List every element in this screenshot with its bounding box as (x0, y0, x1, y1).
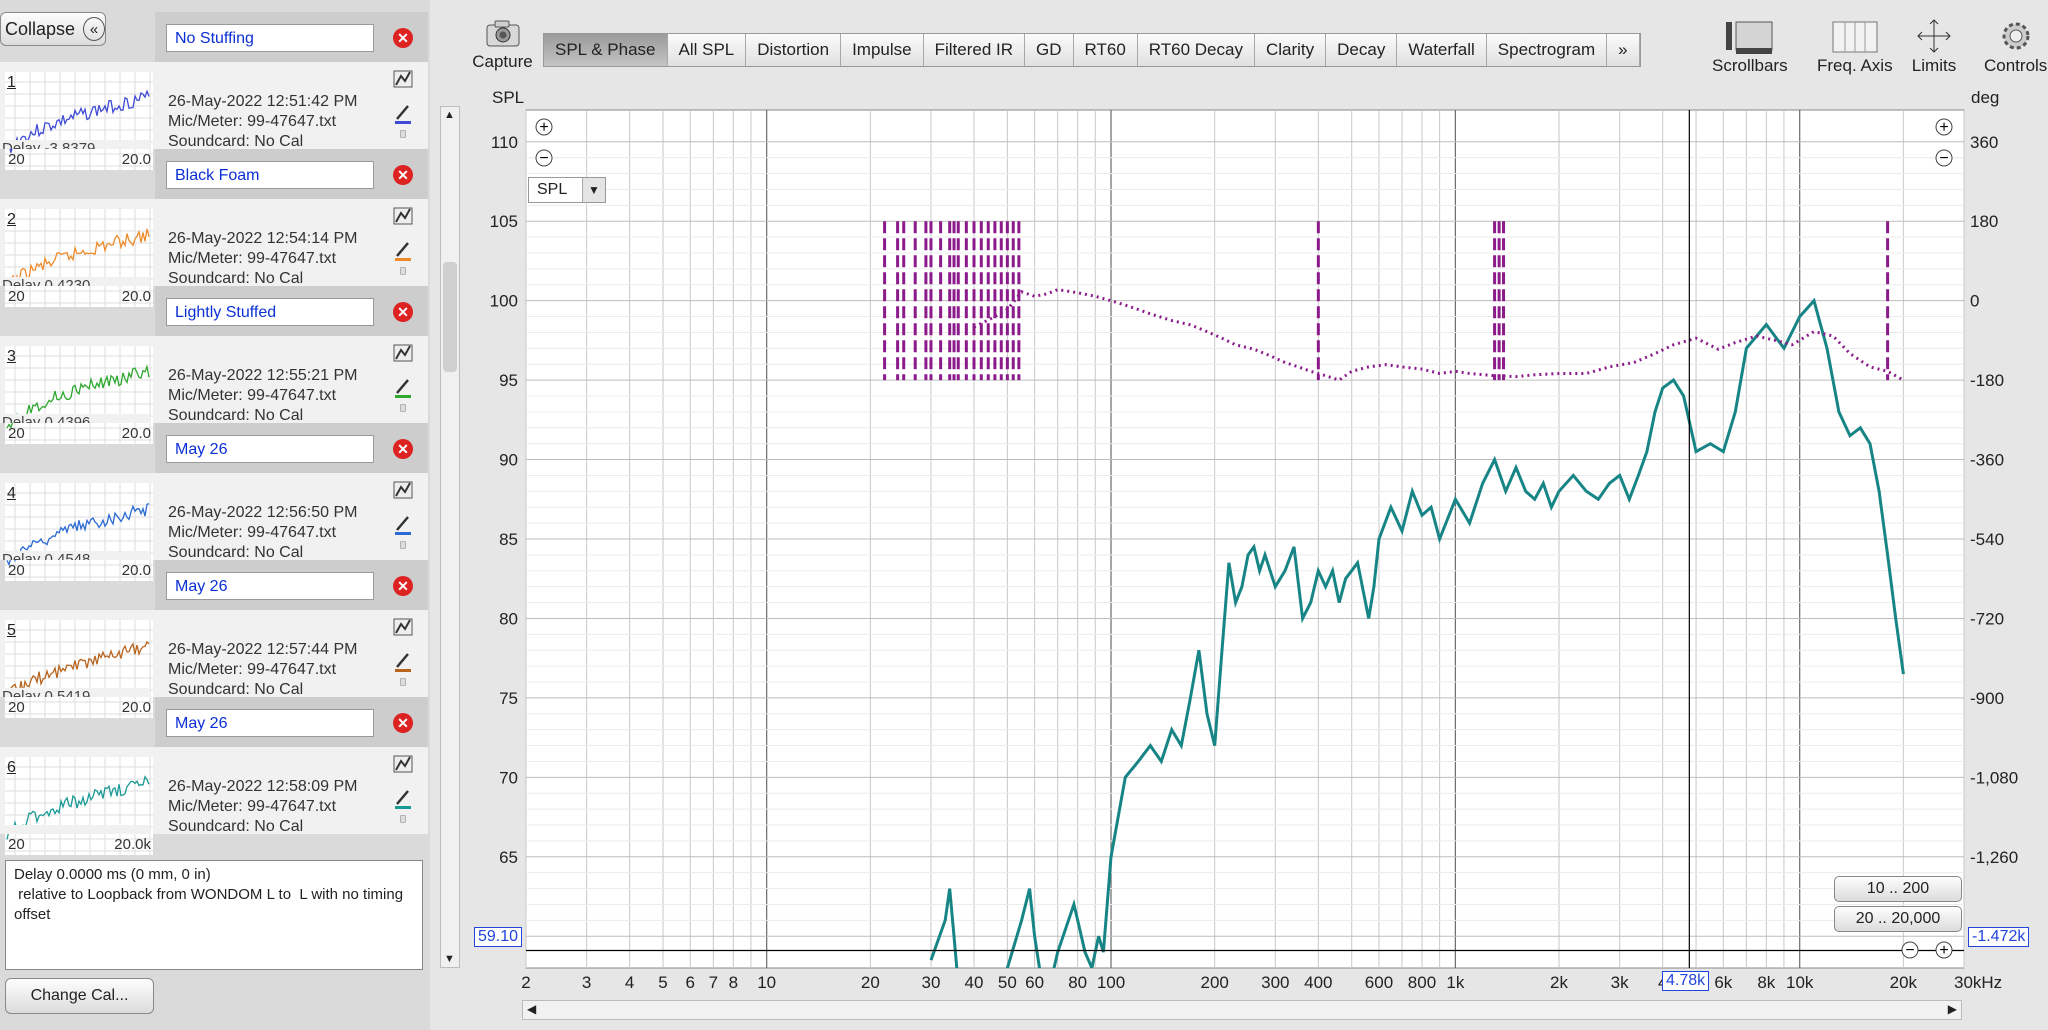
y-tick-label: 105 (490, 212, 518, 231)
x-tick-label: 3k (1611, 973, 1629, 992)
x-tick-label: 10k (1786, 973, 1814, 992)
range-10-200-button[interactable]: 10 .. 200 (1834, 876, 1962, 902)
svg-text:+: + (1939, 119, 1948, 136)
x-tick-label: 2 (521, 973, 530, 992)
svg-text:+: + (539, 119, 548, 136)
x-tick-label: 30kHz (1954, 973, 2002, 992)
frequency-cursor-readout: 4.78k (1662, 971, 1710, 991)
x-tick-label: 5 (658, 973, 667, 992)
svg-text:−: − (1939, 150, 1948, 167)
y-tick-label: 65 (499, 848, 518, 867)
y-tick-label: 75 (499, 689, 518, 708)
x-tick-label: 4 (625, 973, 634, 992)
scroll-right-icon[interactable]: ▶ (1948, 1002, 1957, 1016)
x-tick-label: 3 (582, 973, 591, 992)
y-tick-label: 100 (490, 292, 518, 311)
x-tick-label: 200 (1200, 973, 1228, 992)
dropdown-arrow-icon: ▼ (582, 178, 605, 202)
x-tick-label: 6 (686, 973, 695, 992)
y2-tick-label: -1,080 (1970, 768, 2018, 787)
x-tick-label: 8k (1757, 973, 1775, 992)
y2-tick-label: 360 (1970, 133, 1998, 152)
y-cursor-readout: 59.10 (474, 927, 523, 947)
y-tick-label: 80 (499, 609, 518, 628)
x-tick-label: 80 (1068, 973, 1087, 992)
y-tick-label: 90 (499, 451, 518, 470)
x-tick-label: 100 (1097, 973, 1125, 992)
x-tick-label: 300 (1261, 973, 1289, 992)
y2-tick-label: 0 (1970, 292, 1979, 311)
x-tick-label: 600 (1365, 973, 1393, 992)
svg-text:+: + (1939, 942, 1948, 959)
left-axis-unit: SPL (492, 88, 524, 107)
x-tick-label: 10 (757, 973, 776, 992)
y2-tick-label: -900 (1970, 689, 2004, 708)
x-tick-label: 20 (861, 973, 880, 992)
phase-cursor-readout: -1.472k (1968, 927, 2030, 947)
x-tick-label: 6k (1714, 973, 1732, 992)
spl-dropdown-value: SPL (537, 181, 568, 198)
y2-tick-label: -360 (1970, 451, 2004, 470)
x-tick-label: 30 (922, 973, 941, 992)
y2-tick-label: -540 (1970, 530, 2004, 549)
y-tick-label: 110 (491, 133, 518, 152)
x-tick-label: 1k (1446, 973, 1464, 992)
svg-text:−: − (1905, 942, 1914, 959)
y2-tick-label: 180 (1970, 212, 1998, 231)
scroll-left-icon[interactable]: ◀ (527, 1002, 536, 1016)
x-tick-label: 2k (1550, 973, 1568, 992)
svg-text:−: − (539, 150, 548, 167)
y2-tick-label: -720 (1970, 609, 2004, 628)
x-tick-label: 50 (998, 973, 1017, 992)
x-tick-label: 8 (729, 973, 738, 992)
x-tick-label: 800 (1408, 973, 1436, 992)
x-tick-label: 20k (1890, 973, 1918, 992)
x-tick-label: 40 (965, 973, 984, 992)
range-20-20000-button[interactable]: 20 .. 20,000 (1834, 906, 1962, 932)
y2-tick-label: -1,260 (1970, 848, 2018, 867)
y-tick-label: 85 (499, 530, 518, 549)
spl-phase-graph[interactable]: 6065707580859095100105110-1,440-1,260-1,… (0, 0, 2048, 1030)
graph-horizontal-scrollbar[interactable]: ◀ ▶ (522, 1000, 1962, 1020)
y2-tick-label: -180 (1970, 371, 2004, 390)
x-tick-label: 60 (1025, 973, 1044, 992)
y-tick-label: 70 (499, 768, 518, 787)
right-axis-unit: deg (1971, 88, 1999, 107)
x-tick-label: 400 (1304, 973, 1332, 992)
y-tick-label: 95 (499, 371, 518, 390)
x-tick-label: 7 (709, 973, 718, 992)
spl-dropdown[interactable]: SPL ▼ (528, 177, 606, 203)
